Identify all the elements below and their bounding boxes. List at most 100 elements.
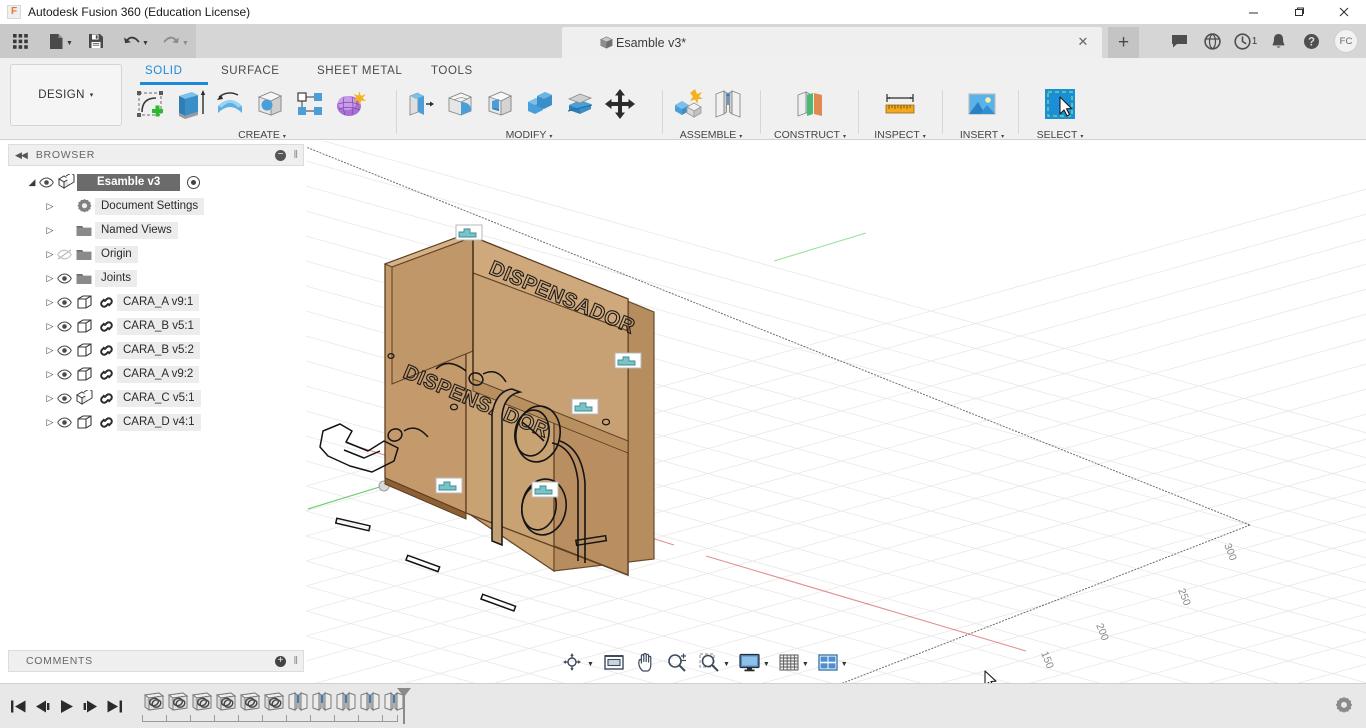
panel-select-label[interactable]: SELECT ▾ xyxy=(1022,129,1098,141)
add-comment-button[interactable]: + xyxy=(275,656,286,667)
visibility-eye-icon[interactable] xyxy=(38,174,55,191)
play-button[interactable] xyxy=(54,690,78,722)
workspace-selector[interactable]: DESIGN ▾ xyxy=(10,64,122,126)
tree-item-joints[interactable]: ▷ Joints xyxy=(8,266,304,290)
tree-item-origin[interactable]: ▷ Origin xyxy=(8,242,304,266)
measure-icon[interactable] xyxy=(880,84,920,124)
timeline-joint-4[interactable] xyxy=(358,690,382,714)
look-at-icon[interactable] xyxy=(601,651,627,673)
timeline-joint-3[interactable] xyxy=(334,690,358,714)
close-button[interactable] xyxy=(1321,0,1366,24)
browser-header[interactable]: ◀◀ BROWSER − ‖ xyxy=(8,144,304,166)
app-grid-icon[interactable] xyxy=(7,28,33,54)
tree-item-document-settings[interactable]: ▷ Document Settings xyxy=(8,194,304,218)
tree-item-cara-c-v5-1[interactable]: ▷ CARA_C v5:1 xyxy=(8,386,304,410)
display-settings-icon[interactable] xyxy=(737,651,762,673)
visibility-eye-icon[interactable] xyxy=(56,390,73,407)
bell-icon[interactable] xyxy=(1262,24,1295,58)
orbit-caret-icon[interactable]: ▼ xyxy=(587,656,594,668)
visibility-eye-off-icon[interactable] xyxy=(56,246,73,263)
help-icon[interactable]: ? xyxy=(1295,24,1328,58)
tree-item-cara-b-v5-1[interactable]: ▷ CARA_B v5:1 xyxy=(8,314,304,338)
go-to-beginning-button[interactable] xyxy=(6,690,30,722)
expand-arrow-icon[interactable]: ▷ xyxy=(44,249,56,260)
tree-item-cara-a-v9-2[interactable]: ▷ CARA_A v9:2 xyxy=(8,362,304,386)
panel-construct-label[interactable]: CONSTRUCT ▾ xyxy=(766,129,854,141)
visibility-eye-icon[interactable] xyxy=(56,342,73,359)
tree-item-root[interactable]: ◢ Esamble v3 xyxy=(8,170,304,194)
panel-create-label[interactable]: CREATE ▾ xyxy=(130,129,394,141)
fit-icon[interactable] xyxy=(697,651,722,673)
expand-arrow-icon[interactable]: ▷ xyxy=(44,321,56,332)
move-copy-icon[interactable] xyxy=(600,84,640,124)
tree-item-cara-d-v4-1[interactable]: ▷ CARA_D v4:1 xyxy=(8,410,304,434)
step-forward-button[interactable] xyxy=(78,690,102,722)
combine-icon[interactable] xyxy=(520,84,560,124)
new-tab-button[interactable]: + xyxy=(1108,27,1139,58)
activate-component-radio[interactable] xyxy=(187,175,201,189)
comments-resize-grip[interactable]: ‖ xyxy=(293,655,298,667)
select-icon[interactable] xyxy=(1040,84,1080,124)
globe-icon[interactable] xyxy=(1196,24,1229,58)
expand-arrow-icon[interactable]: ▷ xyxy=(44,297,56,308)
browser-resize-grip[interactable]: ‖ xyxy=(293,149,298,161)
sweep-icon[interactable] xyxy=(250,84,290,124)
expand-arrow-icon[interactable]: ▷ xyxy=(44,393,56,404)
job-status-icon[interactable]: 1 xyxy=(1229,24,1262,58)
timeline-insert-1[interactable] xyxy=(142,690,166,714)
browser-minimize-icon[interactable]: − xyxy=(275,150,286,161)
expand-arrow-icon[interactable]: ◢ xyxy=(26,177,38,188)
document-tab[interactable]: Esamble v3* ✕ xyxy=(562,27,1102,58)
orbit-icon[interactable] xyxy=(560,651,586,673)
expand-arrow-icon[interactable]: ▷ xyxy=(44,369,56,380)
grid-snaps-caret-icon[interactable]: ▼ xyxy=(802,656,809,668)
grid-snaps-icon[interactable] xyxy=(777,651,801,673)
viewports-caret-icon[interactable]: ▼ xyxy=(841,656,848,668)
tab-surface[interactable]: SURFACE xyxy=(221,65,280,77)
minimize-button[interactable] xyxy=(1231,0,1276,24)
timeline-settings-gear-icon[interactable] xyxy=(1332,694,1356,718)
zoom-icon[interactable] xyxy=(665,651,689,673)
comments-icon[interactable] xyxy=(1163,24,1196,58)
timeline-joint-1[interactable] xyxy=(286,690,310,714)
tab-sheet-metal[interactable]: SHEET METAL xyxy=(317,65,402,77)
maximize-button[interactable] xyxy=(1276,0,1321,24)
offset-plane-icon[interactable] xyxy=(790,84,830,124)
offset-face-icon[interactable] xyxy=(560,84,600,124)
pan-icon[interactable] xyxy=(635,651,657,673)
browser-collapse-icon[interactable]: ◀◀ xyxy=(15,150,28,161)
display-settings-caret-icon[interactable]: ▼ xyxy=(763,656,770,668)
visibility-eye-icon[interactable] xyxy=(56,366,73,383)
avatar[interactable]: FC xyxy=(1334,29,1358,53)
tab-tools[interactable]: TOOLS xyxy=(431,65,473,77)
timeline-joint-2[interactable] xyxy=(310,690,334,714)
panel-modify-label[interactable]: MODIFY ▾ xyxy=(400,129,658,141)
timeline-insert-3[interactable] xyxy=(190,690,214,714)
model-overlay[interactable]: DISPENSADOR DISPENSADOR xyxy=(306,141,1366,683)
joint-icon[interactable] xyxy=(708,84,748,124)
viewports-icon[interactable] xyxy=(816,651,840,673)
extrude-icon[interactable] xyxy=(170,84,210,124)
timeline-marker[interactable] xyxy=(396,688,412,724)
panel-assemble-label[interactable]: ASSEMBLE ▾ xyxy=(668,129,754,141)
expand-arrow-icon[interactable]: ▷ xyxy=(44,201,56,212)
expand-arrow-icon[interactable]: ▷ xyxy=(44,225,56,236)
timeline-insert-6[interactable] xyxy=(262,690,286,714)
panel-insert-label[interactable]: INSERT ▾ xyxy=(946,129,1018,141)
timeline-insert-5[interactable] xyxy=(238,690,262,714)
tab-solid[interactable]: SOLID xyxy=(145,65,183,77)
visibility-eye-icon[interactable] xyxy=(56,270,73,287)
new-component-icon[interactable] xyxy=(668,84,708,124)
press-pull-icon[interactable] xyxy=(400,84,440,124)
tree-item-named-views[interactable]: ▷ Named Views xyxy=(8,218,304,242)
fillet-icon[interactable] xyxy=(440,84,480,124)
save-icon[interactable] xyxy=(83,28,109,54)
new-document-icon[interactable] xyxy=(43,28,69,54)
visibility-eye-icon[interactable] xyxy=(56,318,73,335)
tree-item-cara-a-v9-1[interactable]: ▷ CARA_A v9:1 xyxy=(8,290,304,314)
form-icon[interactable] xyxy=(330,84,370,124)
expand-arrow-icon[interactable]: ▷ xyxy=(44,273,56,284)
shell-icon[interactable] xyxy=(480,84,520,124)
expand-arrow-icon[interactable]: ▷ xyxy=(44,417,56,428)
document-tab-close-icon[interactable]: ✕ xyxy=(1076,35,1090,49)
